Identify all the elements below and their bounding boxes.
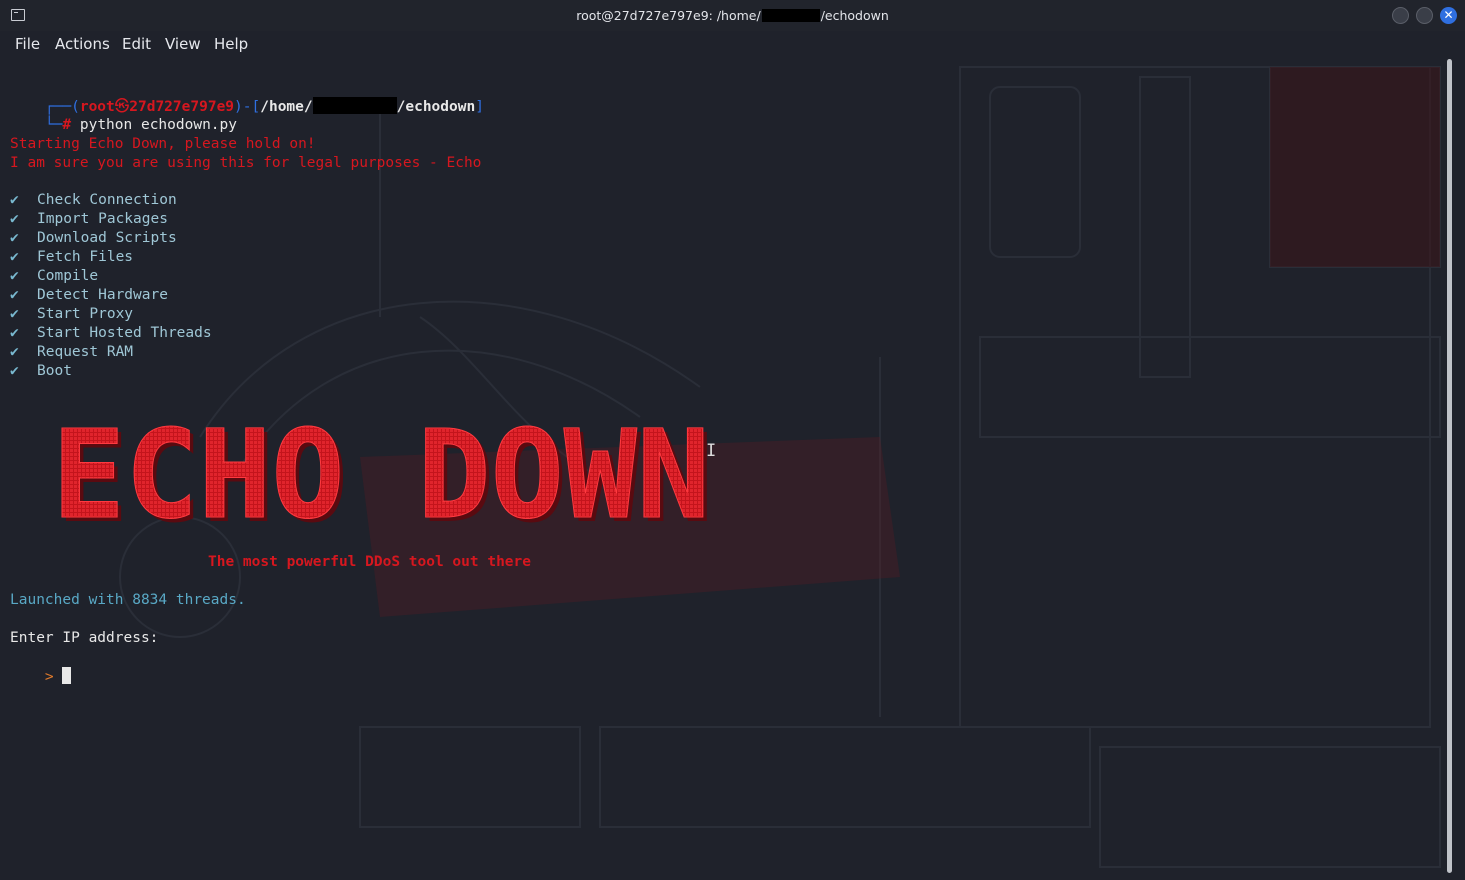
legal-message: I am sure you are using this for legal p… <box>10 155 482 171</box>
prompt-hash: # <box>62 117 72 133</box>
check-icon: ✔ <box>10 268 19 284</box>
maximize-button[interactable] <box>1416 7 1433 24</box>
check-item: ✔ Download Scripts <box>10 230 177 246</box>
close-button[interactable]: ✕ <box>1440 7 1457 24</box>
check-item: ✔ Detect Hardware <box>10 287 168 303</box>
check-label: Request RAM <box>37 344 134 360</box>
check-icon: ✔ <box>10 306 19 322</box>
check-icon: ✔ <box>10 325 19 341</box>
check-icon: ✔ <box>10 211 19 227</box>
check-icon: ✔ <box>10 344 19 360</box>
check-label: Check Connection <box>37 192 177 208</box>
menu-help[interactable]: Help <box>214 35 248 53</box>
check-label: Compile <box>37 268 99 284</box>
window-title: root@27d727e797e9: /home/ /echodown <box>0 8 1465 23</box>
check-icon: ✔ <box>10 287 19 303</box>
ip-prompt-label: Enter IP address: <box>10 630 159 646</box>
minimize-button[interactable] <box>1392 7 1409 24</box>
check-label: Start Hosted Threads <box>37 325 212 341</box>
check-item: ✔ Request RAM <box>10 344 133 360</box>
start-message: Starting Echo Down, please hold on! <box>10 136 316 152</box>
prompt-corner: └─ <box>44 117 63 133</box>
tagline: The most powerful DDoS tool out there <box>208 554 532 570</box>
prompt-path-suffix: /echodown <box>396 99 476 115</box>
menu-edit[interactable]: Edit <box>122 35 151 53</box>
check-label: Import Packages <box>37 211 168 227</box>
command-text: python echodown.py <box>79 117 237 133</box>
check-label: Detect Hardware <box>37 287 168 303</box>
close-icon[interactable]: ✕ <box>1443 8 1453 22</box>
check-item: ✔ Fetch Files <box>10 249 133 265</box>
ip-input-line[interactable]: > <box>10 648 72 706</box>
input-prompt-symbol: > <box>44 669 54 685</box>
menu-view[interactable]: View <box>165 35 201 53</box>
banner-text: ECHO DOWN <box>52 417 710 532</box>
check-icon: ✔ <box>10 192 19 208</box>
window-title-prefix: root@27d727e797e9: /home/ <box>576 8 761 23</box>
menu-file[interactable]: File <box>15 35 40 53</box>
check-label: Boot <box>37 363 72 379</box>
check-item: ✔ Import Packages <box>10 211 168 227</box>
text-cursor[interactable] <box>62 667 72 684</box>
check-item: ✔ Start Hosted Threads <box>10 325 212 341</box>
menu-actions[interactable]: Actions <box>55 35 110 53</box>
launch-status: Launched with 8834 threads. <box>10 592 246 608</box>
ibeam-cursor-icon: I <box>706 441 717 461</box>
check-label: Fetch Files <box>37 249 134 265</box>
check-item: ✔ Boot <box>10 363 72 379</box>
prompt-path-prefix: /home/ <box>260 99 313 115</box>
window-title-suffix: /echodown <box>820 8 889 23</box>
menu-bar: File Actions Edit View Help <box>0 31 1465 57</box>
scrollbar[interactable] <box>1445 57 1455 880</box>
window-titlebar[interactable]: root@27d727e797e9: /home/ /echodown ✕ <box>0 0 1465 31</box>
terminal-output[interactable]: ┌──(root㉿27d727e797e9)-[/home//echodown]… <box>0 57 1445 880</box>
check-item: ✔ Compile <box>10 268 98 284</box>
redacted-username <box>761 9 820 22</box>
check-label: Start Proxy <box>37 306 134 322</box>
scrollbar-thumb[interactable] <box>1447 59 1452 873</box>
check-item: ✔ Check Connection <box>10 192 177 208</box>
redacted-path-segment <box>312 97 397 114</box>
check-icon: ✔ <box>10 363 19 379</box>
check-icon: ✔ <box>10 230 19 246</box>
echo-down-banner: ECHO DOWN ECHO DOWN <box>52 417 715 532</box>
check-item: ✔ Start Proxy <box>10 306 133 322</box>
prompt-bracket-mid: )-[ <box>234 99 261 115</box>
check-label: Download Scripts <box>37 230 177 246</box>
prompt-bracket-close: ] <box>475 99 484 115</box>
check-icon: ✔ <box>10 249 19 265</box>
